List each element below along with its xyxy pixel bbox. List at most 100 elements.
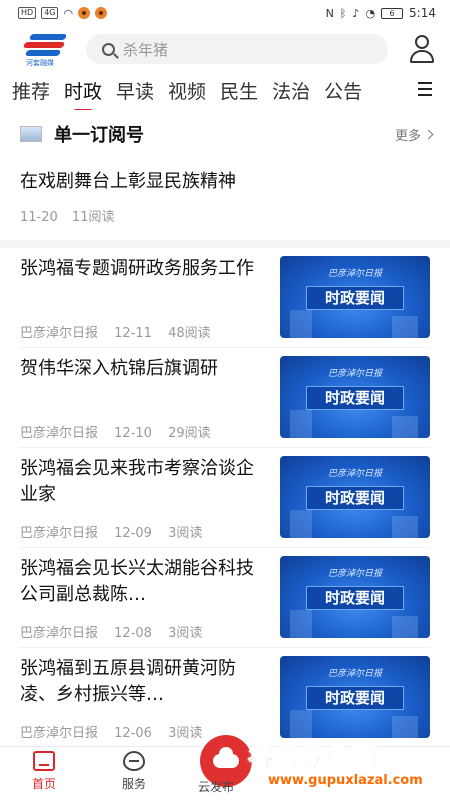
- hd-badge: HD: [18, 7, 37, 19]
- news-title: 张鸿福专题调研政务服务工作: [20, 258, 254, 279]
- mute-icon: ♪: [352, 6, 360, 20]
- tab-law[interactable]: 法治: [272, 77, 310, 104]
- news-list: 张鸿福专题调研政务服务工作 巴彦淖尔日报 12-11 48阅读 巴彦淖尔日报 时…: [0, 248, 450, 748]
- chevron-right-icon: [423, 129, 434, 139]
- news-item[interactable]: 张鸿福专题调研政务服务工作 巴彦淖尔日报 12-11 48阅读 巴彦淖尔日报 时…: [20, 248, 430, 348]
- news-reads: 29阅读: [168, 426, 211, 441]
- news-item[interactable]: 张鸿福到五原县调研黄河防凌、乡村振兴等… 巴彦淖尔日报 12-06 3阅读 巴彦…: [20, 648, 430, 748]
- tab-notice[interactable]: 公告: [324, 77, 362, 104]
- watermark-main: 谷普软件园: [248, 744, 379, 775]
- news-meta: 巴彦淖尔日报 12-10 29阅读: [20, 422, 223, 441]
- news-source: 巴彦淖尔日报: [20, 326, 99, 341]
- news-source: 巴彦淖尔日报: [20, 626, 99, 641]
- tab-video[interactable]: 视频: [168, 77, 206, 104]
- watermark-url: www.gupuxlazal.com: [268, 773, 423, 788]
- eye-icon: [78, 7, 91, 19]
- thumb-caption: 巴彦淖尔日报: [327, 269, 382, 279]
- user-profile-icon[interactable]: [408, 34, 436, 64]
- menu-line: [418, 82, 432, 84]
- news-meta: 巴彦淖尔日报 12-11 48阅读: [20, 322, 223, 341]
- thumb-caption: 巴彦淖尔日报: [327, 469, 382, 479]
- thumb-label: 时政要闻: [306, 486, 404, 510]
- app-header: 河套融媒 杀年猪: [0, 28, 450, 70]
- logo-stripe: [22, 42, 66, 48]
- tab-politics[interactable]: 时政: [64, 77, 102, 104]
- news-title: 张鸿福会见长兴太湖能谷科技公司副总裁陈…: [20, 558, 254, 605]
- thumb-building: [392, 316, 418, 338]
- section-divider: [0, 240, 450, 248]
- thumb-building: [392, 516, 418, 538]
- more-link[interactable]: 更多: [395, 125, 434, 144]
- news-item[interactable]: 张鸿福会见长兴太湖能谷科技公司副总裁陈… 巴彦淖尔日报 12-08 3阅读 巴彦…: [20, 548, 430, 648]
- news-meta: 巴彦淖尔日报 12-06 3阅读: [20, 722, 214, 741]
- news-reads: 3阅读: [168, 526, 203, 541]
- news-date: 12-09: [114, 526, 152, 541]
- search-input[interactable]: 杀年猪: [86, 34, 388, 64]
- watermark: 谷普软件园 www.gupuxlazal.com: [248, 738, 448, 796]
- news-thumbnail: 巴彦淖尔日报 时政要闻: [280, 456, 430, 538]
- bluetooth-icon: ᛒ: [339, 6, 347, 20]
- thumb-caption: 巴彦淖尔日报: [327, 369, 382, 379]
- app-logo[interactable]: 河套融媒: [20, 30, 72, 68]
- tab-livelihood[interactable]: 民生: [220, 77, 258, 104]
- featured-reads: 11阅读: [71, 210, 115, 225]
- subscription-header: 单一订阅号 更多: [20, 118, 434, 150]
- news-thumbnail: 巴彦淖尔日报 时政要闻: [280, 556, 430, 638]
- thumb-label: 时政要闻: [306, 386, 404, 410]
- news-reads: 3阅读: [168, 626, 203, 641]
- speed-icon: ◔: [365, 6, 376, 20]
- news-date: 12-08: [114, 626, 152, 641]
- news-thumbnail: 巴彦淖尔日报 时政要闻: [280, 656, 430, 738]
- news-thumbnail: 巴彦淖尔日报 时政要闻: [280, 256, 430, 338]
- wifi-icon: ◠: [63, 6, 74, 20]
- user-head: [415, 35, 429, 49]
- news-item[interactable]: 张鸿福会见来我市考察洽谈企业家 巴彦淖尔日报 12-09 3阅读 巴彦淖尔日报 …: [20, 448, 430, 548]
- news-title: 张鸿福会见来我市考察洽谈企业家: [20, 458, 254, 505]
- thumb-building: [392, 716, 418, 738]
- logo-stripe: [28, 34, 68, 40]
- news-title: 贺伟华深入杭锦后旗调研: [20, 358, 218, 379]
- tab-fade: [400, 70, 420, 110]
- thumb-building: [290, 410, 312, 438]
- featured-title: 在戏剧舞台上彰显民族精神: [20, 171, 236, 192]
- nav-home-label: 首页: [31, 777, 56, 791]
- news-date: 12-06: [114, 726, 152, 741]
- thumb-caption: 巴彦淖尔日报: [327, 669, 382, 679]
- status-left: HD 4G ◠: [18, 6, 108, 20]
- news-thumbnail: 巴彦淖尔日报 时政要闻: [280, 356, 430, 438]
- nfc-icon: N: [325, 6, 334, 20]
- menu-line: [418, 94, 432, 96]
- news-source: 巴彦淖尔日报: [20, 426, 99, 441]
- news-reads: 3阅读: [168, 726, 203, 741]
- menu-line: [418, 88, 432, 90]
- subscription-title[interactable]: 单一订阅号: [54, 121, 395, 147]
- channel-tabs: 推荐 时政 早读 视频 民生 法治 公告: [0, 70, 450, 110]
- news-item[interactable]: 贺伟华深入杭锦后旗调研 巴彦淖尔日报 12-10 29阅读 巴彦淖尔日报 时政要…: [20, 348, 430, 448]
- featured-date: 11-20: [20, 210, 58, 225]
- news-meta: 巴彦淖尔日报 12-08 3阅读: [20, 622, 214, 641]
- thumb-building: [392, 616, 418, 638]
- tab-recommend[interactable]: 推荐: [12, 77, 50, 104]
- clock: 5:14: [409, 6, 436, 20]
- home-icon: [33, 751, 55, 771]
- news-title: 张鸿福到五原县调研黄河防凌、乡村振兴等…: [20, 658, 236, 705]
- menu-icon[interactable]: [418, 82, 432, 96]
- publish-label: 云发布: [198, 780, 235, 794]
- news-date: 12-10: [114, 426, 152, 441]
- thumb-building: [290, 610, 312, 638]
- featured-article[interactable]: 在戏剧舞台上彰显民族精神 11-20 11阅读: [20, 168, 432, 225]
- network-badge: 4G: [41, 7, 59, 19]
- tab-morning-read[interactable]: 早读: [116, 77, 154, 104]
- user-body: [410, 50, 434, 63]
- nav-home[interactable]: 首页: [14, 751, 74, 792]
- subscription-thumbnail: [20, 126, 42, 142]
- nav-service[interactable]: 服务: [104, 751, 164, 792]
- thumb-building: [290, 310, 312, 338]
- news-source: 巴彦淖尔日报: [20, 726, 99, 741]
- search-placeholder: 杀年猪: [123, 40, 169, 59]
- thumb-building: [290, 710, 312, 738]
- battery-icon: 6: [381, 7, 404, 19]
- news-reads: 48阅读: [168, 326, 211, 341]
- thumb-label: 时政要闻: [306, 286, 404, 310]
- status-right: N ᛒ ♪ ◔ 6 5:14: [326, 6, 436, 20]
